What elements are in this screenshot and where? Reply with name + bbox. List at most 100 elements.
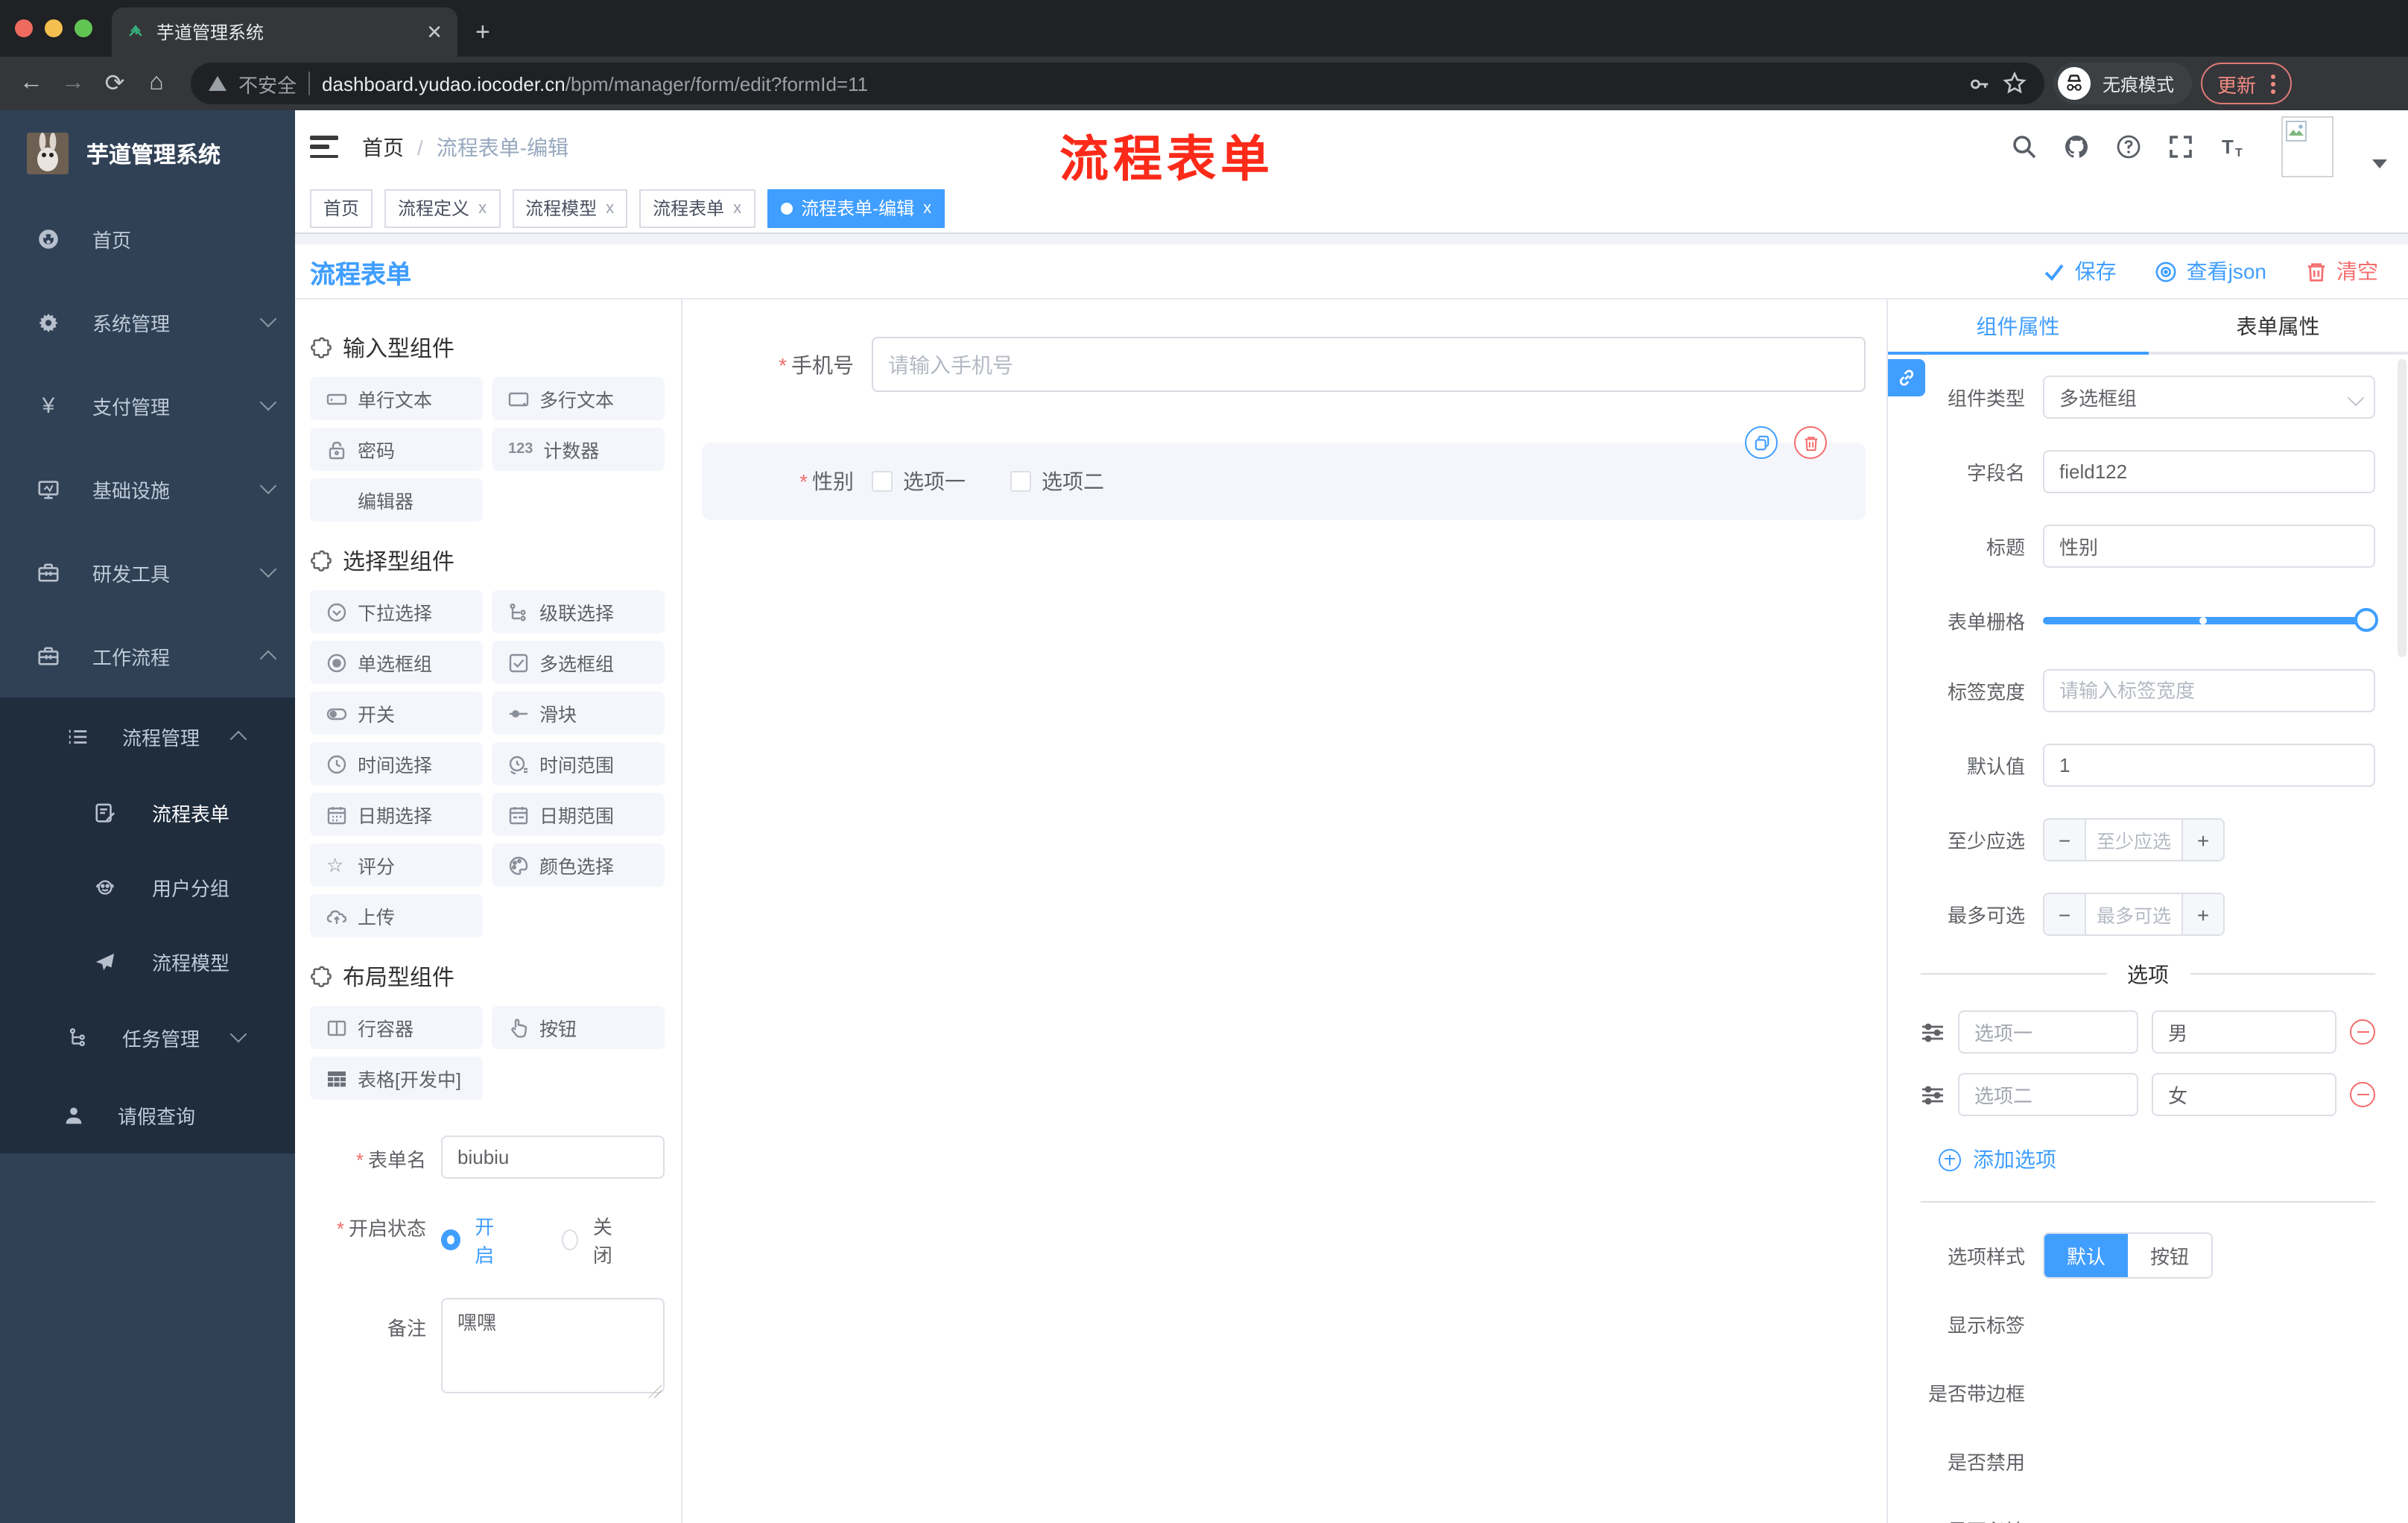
component-rate[interactable]: ☆ 评分: [310, 843, 483, 887]
browser-menu-icon[interactable]: [2271, 74, 2276, 93]
increase-button[interactable]: +: [2183, 820, 2223, 860]
sidebar-item-system[interactable]: 系统管理: [0, 280, 295, 364]
address-bar[interactable]: 不安全 dashboard.yudao.iocoder.cn/bpm/manag…: [191, 63, 2044, 104]
component-table-dev[interactable]: 表格[开发中]: [310, 1057, 483, 1100]
scrollbar[interactable]: [2398, 359, 2407, 657]
form-canvas[interactable]: 手机号 性别: [682, 300, 1886, 1523]
sidebar-item-devtools[interactable]: 研发工具: [0, 531, 295, 614]
form-grid-slider[interactable]: [2043, 599, 2378, 642]
component-date-picker[interactable]: 日期选择: [310, 793, 483, 836]
sidebar-item-infra[interactable]: 基础设施: [0, 447, 295, 531]
component-type-select[interactable]: [2043, 376, 2375, 419]
github-icon[interactable]: [2064, 134, 2089, 159]
search-icon[interactable]: [2012, 134, 2037, 159]
sidebar-item-process-model[interactable]: 流程模型: [0, 924, 295, 998]
tab-form-props[interactable]: 表单属性: [2148, 300, 2408, 352]
tag-process-definition[interactable]: 流程定义 x: [384, 189, 501, 227]
sidebar-item-payment[interactable]: ¥ 支付管理: [0, 364, 295, 447]
component-date-range[interactable]: 日期范围: [492, 793, 665, 836]
avatar[interactable]: [2281, 116, 2333, 177]
gender-field-selected[interactable]: 性别 选项一 选项二: [702, 426, 1866, 520]
update-browser-button[interactable]: 更新: [2201, 63, 2293, 104]
tag-close-icon[interactable]: x: [606, 199, 614, 217]
component-switch[interactable]: 开关: [310, 691, 483, 735]
sidebar-item-user-group[interactable]: 用户分组: [0, 849, 295, 924]
maximize-window-button[interactable]: [75, 19, 92, 37]
breadcrumb-home[interactable]: 首页: [362, 132, 404, 162]
tag-close-icon[interactable]: x: [733, 199, 741, 217]
avatar-caret-icon[interactable]: [2372, 159, 2387, 168]
not-secure-label[interactable]: 不安全: [238, 69, 297, 98]
radio-off[interactable]: [561, 1229, 578, 1250]
component-time-range[interactable]: 时间范围: [492, 742, 665, 785]
minimize-window-button[interactable]: [45, 19, 63, 37]
sidebar-item-leave-query[interactable]: 请假查询: [0, 1076, 295, 1153]
font-size-icon[interactable]: TT: [2220, 134, 2246, 159]
form-name-input[interactable]: [441, 1136, 665, 1179]
checkbox-option1-label[interactable]: 选项一: [903, 466, 966, 496]
sidebar-collapse-icon[interactable]: [310, 136, 338, 158]
tab-close-icon[interactable]: ✕: [426, 20, 443, 44]
link-tab-button[interactable]: [1888, 359, 1925, 396]
option2-name-input[interactable]: [1958, 1073, 2138, 1116]
decrease-button[interactable]: −: [2044, 894, 2085, 934]
option1-value-input[interactable]: [2152, 1010, 2336, 1054]
title-input[interactable]: [2043, 525, 2375, 568]
tag-process-model[interactable]: 流程模型 x: [512, 189, 628, 227]
clear-button[interactable]: 清空: [2305, 256, 2378, 286]
component-upload[interactable]: 上传: [310, 894, 483, 937]
field-name-input[interactable]: [2043, 450, 2375, 493]
component-radio-group[interactable]: 单选框组: [310, 641, 483, 684]
component-counter[interactable]: 123 计数器: [492, 428, 665, 471]
component-editor[interactable]: 编辑器: [310, 478, 483, 522]
slider-track[interactable]: [2043, 617, 2375, 624]
drag-handle-icon[interactable]: [1921, 1022, 1945, 1042]
component-checkbox-group[interactable]: 多选框组: [492, 641, 665, 684]
component-single-text[interactable]: 单行文本: [310, 377, 483, 420]
tag-home[interactable]: 首页: [310, 189, 373, 227]
decrease-button[interactable]: −: [2044, 820, 2085, 860]
style-default-button[interactable]: 默认: [2044, 1234, 2129, 1277]
browser-tab[interactable]: 芋道管理系统 ✕: [112, 7, 457, 57]
reload-icon[interactable]: ⟳: [98, 69, 131, 98]
phone-field-input[interactable]: [872, 337, 1866, 392]
component-password[interactable]: 密码: [310, 428, 483, 471]
delete-component-button[interactable]: [1794, 426, 1827, 459]
close-window-button[interactable]: [15, 19, 33, 37]
checkbox-option2-label[interactable]: 选项二: [1042, 466, 1104, 496]
label-width-input[interactable]: [2043, 669, 2375, 712]
component-time-picker[interactable]: 时间选择: [310, 742, 483, 785]
bookmark-star-icon[interactable]: [2003, 72, 2027, 95]
tag-process-form[interactable]: 流程表单 x: [639, 189, 755, 227]
default-value-input[interactable]: [2043, 744, 2375, 787]
url-text[interactable]: dashboard.yudao.iocoder.cn/bpm/manager/f…: [322, 72, 868, 95]
drag-handle-icon[interactable]: [1921, 1084, 1945, 1105]
new-tab-button[interactable]: +: [475, 18, 490, 48]
style-button-button[interactable]: 按钮: [2128, 1234, 2212, 1277]
sidebar-item-task-manage[interactable]: 任务管理: [0, 998, 295, 1076]
component-cascader[interactable]: 级联选择: [492, 590, 665, 633]
component-slider[interactable]: 滑块: [492, 691, 665, 735]
min-select-placeholder[interactable]: 至少应选: [2085, 820, 2183, 860]
component-textarea[interactable]: 多行文本: [492, 377, 665, 420]
window-controls[interactable]: [15, 19, 92, 37]
back-icon[interactable]: ←: [15, 70, 48, 97]
key-icon[interactable]: [1968, 72, 1991, 95]
sidebar-item-process-manage[interactable]: 流程管理: [0, 697, 295, 775]
sidebar-item-home[interactable]: 首页: [0, 197, 295, 280]
resize-grip[interactable]: [648, 1384, 662, 1398]
forward-icon[interactable]: →: [57, 70, 89, 97]
checkbox-option1[interactable]: [872, 471, 893, 492]
copy-component-button[interactable]: [1745, 426, 1778, 459]
max-select-placeholder[interactable]: 最多可选: [2085, 894, 2183, 934]
help-icon[interactable]: [2116, 134, 2141, 159]
checkbox-option2[interactable]: [1010, 471, 1031, 492]
remove-option2-button[interactable]: [2350, 1082, 2375, 1107]
option1-name-input[interactable]: [1958, 1010, 2138, 1054]
home-icon[interactable]: ⌂: [140, 70, 173, 97]
remove-option1-button[interactable]: [2350, 1019, 2375, 1045]
save-button[interactable]: 保存: [2044, 256, 2117, 286]
tag-close-icon[interactable]: x: [478, 199, 487, 217]
option2-value-input[interactable]: [2152, 1073, 2336, 1116]
view-json-button[interactable]: 查看json: [2155, 256, 2266, 286]
